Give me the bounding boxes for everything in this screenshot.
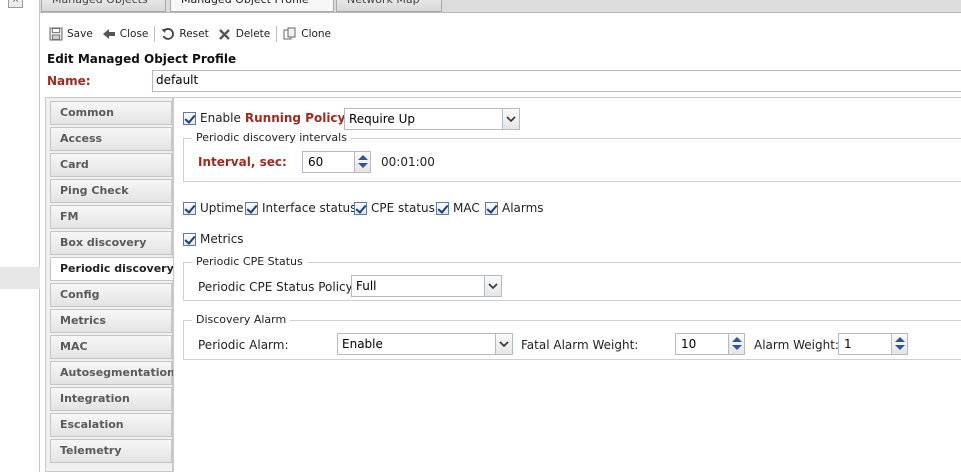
metrics-label: Metrics [200,232,244,246]
running-policy-select[interactable]: Require Up [344,108,520,130]
tab-managed-object-profile[interactable]: Managed Object Profile [170,0,334,12]
enable-label: Enable [200,111,241,125]
sidebar-item-box-discovery[interactable]: Box discovery [50,231,172,255]
uptime-label: Uptime [200,201,244,215]
mac-label: MAC [453,201,480,215]
sidebar-item-escalation[interactable]: Escalation [50,413,172,437]
toolbar-separator [154,26,156,42]
interval-value: 60 [308,155,324,169]
alarm-weight-input[interactable]: 1 [838,333,908,355]
alarm-weight-value: 1 [844,337,852,351]
save-button[interactable]: Save [49,27,93,41]
interval-input[interactable]: 60 [302,151,371,173]
reset-button[interactable]: Reset [161,27,209,41]
copy-icon [283,27,297,41]
chevron-down-icon[interactable] [495,334,512,354]
checkbox-checked-icon [183,111,196,125]
sidebar-item-access[interactable]: Access [50,127,172,151]
arrow-left-icon [102,27,116,41]
sidebar-item-periodic-discovery[interactable]: Periodic discovery [50,257,174,281]
spinner-arrows-icon[interactable] [728,334,744,354]
sidebar: Common Access Card Ping Check FM Box dis… [45,97,175,472]
periodic-alarm-label: Periodic Alarm: [198,338,289,352]
delete-x-icon [218,27,232,41]
alarms-label: Alarms [502,201,544,215]
mac-checkbox[interactable]: MAC [436,201,480,215]
name-label: Name: [47,74,91,88]
clone-label: Clone [301,28,332,40]
chevron-down-icon[interactable] [502,109,519,129]
chevron-down-icon[interactable] [484,276,501,296]
cpe-policy-select[interactable]: Full [351,275,502,297]
form-title: Edit Managed Object Profile [47,52,237,66]
close-label: Close [119,28,149,40]
cpe-status-label: CPE status [371,201,435,215]
sidebar-item-card[interactable]: Card [50,153,172,177]
clone-button[interactable]: Clone [283,27,331,41]
checkbox-checked-icon [354,201,367,215]
uptime-checkbox[interactable]: Uptime [183,201,244,215]
delete-label: Delete [235,28,271,40]
interface-status-checkbox[interactable]: Interface status [245,201,356,215]
periodic-alarm-select[interactable]: Enable [337,333,513,355]
alarms-checkbox[interactable]: Alarms [485,201,544,215]
intervals-fieldset: Periodic discovery intervals [183,131,961,182]
fatal-weight-input[interactable]: 10 [675,333,745,355]
sidebar-item-ping-check[interactable]: Ping Check [50,179,172,203]
sidebar-item-telemetry[interactable]: Telemetry [50,439,172,463]
cpe-status-checkbox[interactable]: CPE status [354,201,435,215]
cpe-policy-label: Periodic CPE Status Policy: [198,280,356,294]
save-icon [49,27,63,41]
save-label: Save [67,28,93,40]
close-button[interactable]: Close [102,27,149,41]
checkbox-checked-icon [485,201,498,215]
toolbar-separator [276,26,278,42]
checkbox-checked-icon [245,201,258,215]
sidebar-item-metrics[interactable]: Metrics [50,309,172,333]
reset-label: Reset [179,28,209,40]
intervals-legend: Periodic discovery intervals [192,131,351,144]
spinner-arrows-icon[interactable] [354,152,370,172]
interval-label: Interval, sec: [198,155,287,169]
cpe-policy-value: Full [356,279,377,293]
running-policy-value: Require Up [349,112,416,126]
interface-status-label: Interface status [262,201,357,215]
checkbox-checked-icon [183,201,196,215]
checkbox-checked-icon [183,232,196,246]
enable-running-policy-checkbox[interactable]: Enable Running Policy: [183,111,350,125]
sidebar-item-mac[interactable]: MAC [50,335,172,359]
left-panel-strip: × [0,0,40,472]
alarm-legend: Discovery Alarm [192,313,291,326]
fatal-weight-label: Fatal Alarm Weight: [521,338,639,352]
running-policy-label: Running Policy: [244,111,351,125]
sidebar-item-common[interactable]: Common [50,101,172,125]
alarm-weight-label: Alarm Weight: [754,338,839,352]
fatal-weight-value: 10 [681,337,697,351]
sidebar-item-integration[interactable]: Integration [50,387,172,411]
spinner-arrows-icon[interactable] [891,334,907,354]
checkbox-checked-icon [436,201,449,215]
toolbar: Save Close Reset Delete Clone [40,22,961,46]
tab-network-map[interactable]: Network Map [336,0,442,12]
cpe-legend: Periodic CPE Status [192,255,307,268]
periodic-alarm-value: Enable [342,337,383,351]
delete-button[interactable]: Delete [218,27,271,41]
sidebar-item-fm[interactable]: FM [50,205,172,229]
interval-human-readable: 00:01:00 [381,155,435,169]
undo-icon [161,27,175,41]
selected-row-band [0,267,40,289]
name-input[interactable]: default [152,70,961,92]
metrics-checkbox[interactable]: Metrics [183,232,244,246]
close-panel-icon[interactable]: × [8,0,23,8]
sidebar-item-config[interactable]: Config [50,283,172,307]
tab-managed-objects[interactable]: Managed Objects [41,0,166,12]
sidebar-item-autosegmentation[interactable]: Autosegmentation [50,361,175,385]
